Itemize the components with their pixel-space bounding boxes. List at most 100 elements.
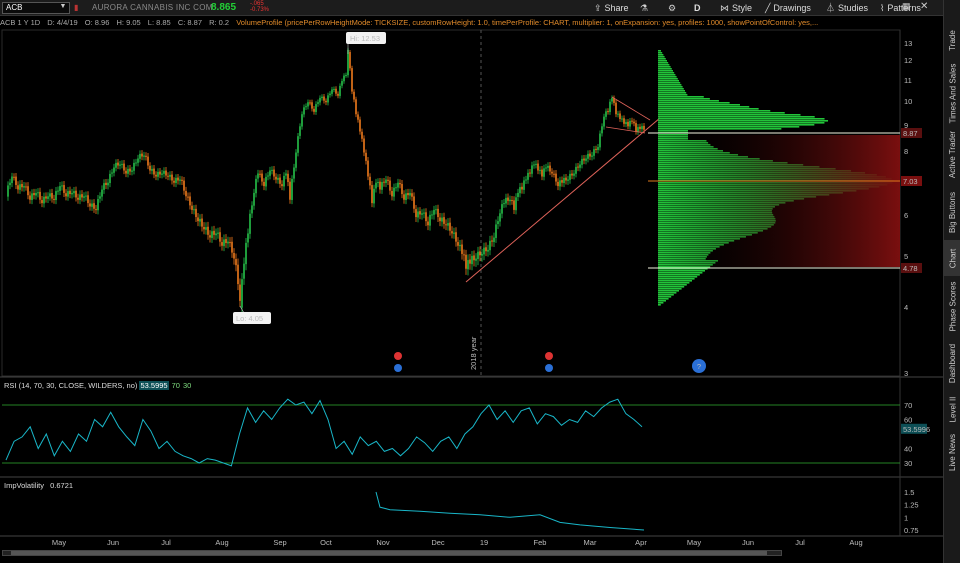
candle-body	[335, 88, 337, 94]
candle-body	[583, 158, 585, 161]
candle-body	[573, 173, 575, 176]
candle-body	[629, 120, 631, 127]
profile-row	[658, 292, 677, 294]
style-button[interactable]: ⋈ Style	[720, 0, 752, 16]
help-icon-glyph: ?	[697, 362, 701, 371]
candle-body	[107, 182, 109, 186]
profile-row	[658, 60, 667, 62]
chevron-down-icon[interactable]: ▼	[58, 2, 68, 12]
impvol-title: ImpVolatility 0.6721	[4, 481, 74, 490]
tab-level-ii[interactable]: Level II	[944, 390, 960, 428]
tab-phase-scores[interactable]: Phase Scores	[944, 276, 960, 336]
candle-body	[277, 177, 279, 180]
candle-body	[203, 227, 205, 230]
candle-body	[235, 259, 237, 266]
impvol-tick-label: 1.5	[904, 488, 914, 497]
tab-dashboard[interactable]: Dashboard	[944, 336, 960, 390]
patterns-button[interactable]: ⌇ Patterns	[880, 0, 921, 16]
candle-body	[353, 91, 355, 100]
candle-body	[419, 211, 421, 215]
candle-body	[385, 179, 387, 184]
candle-body	[521, 186, 523, 190]
candle-body	[147, 156, 149, 166]
profile-row	[658, 288, 682, 290]
candle-body	[209, 235, 211, 238]
profile-row	[658, 286, 685, 288]
month-tick-label: Jun	[742, 538, 754, 547]
year-label: 2018 year	[469, 336, 478, 370]
rsi-marker-label: 53.5996	[903, 425, 930, 434]
candle-body	[109, 173, 111, 184]
candle-body	[415, 209, 417, 218]
candle-body	[625, 122, 627, 125]
candle-body	[441, 217, 443, 222]
close-icon[interactable]: ✕	[920, 1, 928, 12]
candle-body	[551, 171, 553, 174]
bookmark-icon[interactable]: ▮	[74, 0, 78, 16]
tab-big-buttons[interactable]: Big Buttons	[944, 184, 960, 240]
rsi-tick-label: 70	[904, 401, 912, 410]
timeframe-button[interactable]: D	[694, 0, 701, 16]
candle-body	[405, 193, 407, 201]
candle-body	[525, 179, 527, 181]
impvol-line	[375, 491, 645, 531]
candle-body	[265, 176, 267, 187]
drawings-button[interactable]: ╱ Drawings	[765, 0, 811, 16]
candle-body	[195, 208, 197, 218]
candle-body	[479, 251, 481, 256]
candle-body	[159, 171, 161, 175]
candle-body	[319, 97, 321, 103]
price-tick-label: 13	[904, 39, 912, 48]
tab-chart[interactable]: Chart	[944, 240, 960, 276]
candle-body	[269, 170, 271, 176]
profile-row	[658, 296, 672, 298]
scroll-thumb[interactable]	[11, 551, 767, 555]
candle-body	[267, 175, 269, 177]
profile-row	[658, 58, 666, 60]
month-tick-label: Aug	[849, 538, 862, 547]
candle-body	[181, 179, 183, 181]
candle-body	[223, 239, 225, 247]
tab-active-trader[interactable]: Active Trader	[944, 124, 960, 184]
studies-button[interactable]: ⏃ Studies	[826, 0, 868, 16]
candle-body	[31, 193, 33, 201]
candle-body	[321, 96, 323, 99]
earnings-icon	[545, 364, 553, 372]
time-scrollbar[interactable]	[2, 550, 782, 556]
profile-row	[658, 120, 829, 122]
candle-body	[153, 168, 155, 175]
style-icon: ⋈	[720, 3, 729, 13]
volume-profile-label: VolumeProfile (pricePerRowHeightMode: TI…	[236, 18, 819, 27]
candle-body	[403, 194, 405, 200]
company-name: AURORA CANNABIS INC COM	[92, 3, 213, 12]
candle-body	[241, 279, 243, 308]
profile-row	[658, 66, 671, 68]
candle-body	[637, 127, 639, 132]
candle-body	[429, 214, 431, 226]
candle-body	[433, 209, 435, 215]
candle-body	[253, 192, 255, 206]
candle-body	[511, 200, 513, 202]
profile-row	[658, 68, 672, 70]
share-button[interactable]: ⇪ Share	[594, 0, 629, 16]
grid-icon[interactable]: ▦	[902, 1, 911, 12]
candle-body	[69, 190, 71, 195]
candle-body	[343, 75, 345, 82]
tab-trade[interactable]: Trade	[944, 18, 960, 62]
chart-canvas[interactable]: 131211109876543MayJunJulAugSepOctNovDec1…	[0, 0, 943, 563]
profile-row	[658, 276, 698, 278]
value-area	[658, 135, 900, 267]
candle-body	[559, 180, 561, 187]
flask-button[interactable]: ⚗	[640, 0, 651, 16]
candle-body	[401, 183, 403, 195]
profile-row	[658, 52, 663, 54]
profile-row	[658, 82, 681, 84]
candle-body	[11, 176, 13, 184]
event-icon	[545, 352, 553, 360]
tab-times-and-sales[interactable]: Times And Sales	[944, 62, 960, 124]
settings-button[interactable]: ⚙	[668, 0, 679, 16]
candle-body	[135, 162, 137, 164]
candle-body	[199, 218, 201, 222]
candle-body	[51, 193, 53, 199]
tab-live-news[interactable]: Live News	[944, 428, 960, 476]
